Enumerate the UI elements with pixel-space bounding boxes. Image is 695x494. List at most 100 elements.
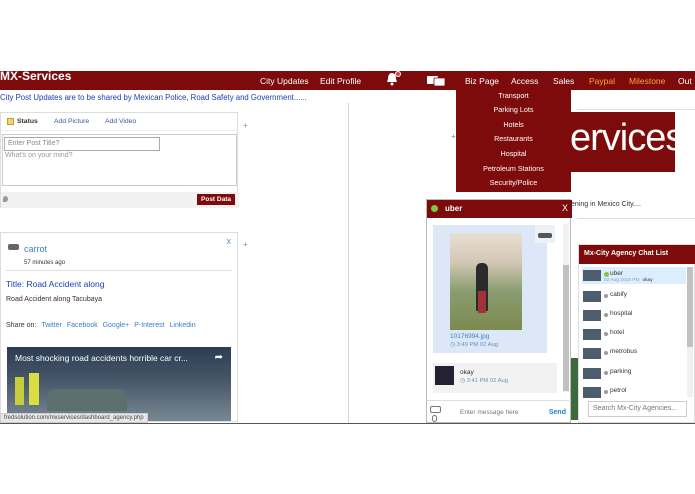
column-divider	[348, 103, 349, 423]
agency-item-uber[interactable]: uber 02 Aug 2016 PM okay	[582, 267, 686, 284]
nav-city-updates[interactable]: City Updates	[260, 76, 309, 86]
agency-item-hotel[interactable]: hotel	[582, 326, 686, 343]
agency-name: hotel	[610, 329, 625, 336]
video-thumbnail-figure	[15, 377, 24, 405]
share-linkedin[interactable]: Linkedin	[170, 322, 196, 329]
close-icon[interactable]: X	[226, 239, 231, 246]
menu-item-transport[interactable]: Transport	[456, 91, 571, 100]
share-twitter[interactable]: Twitter	[41, 322, 62, 329]
agency-last-message: 02 Aug 2016 PM okay	[604, 278, 653, 283]
menu-item-hospital[interactable]: Hospital	[456, 149, 571, 158]
chat-scrollbar-thumb[interactable]	[563, 265, 569, 391]
news-snippet: ening in Mexico City....	[571, 201, 641, 208]
menu-item-hotels[interactable]: Hotels	[456, 120, 571, 129]
text-message: okay ◷ 3:41 PM 02 Aug	[433, 363, 557, 393]
agency-item-parking[interactable]: parking	[582, 365, 686, 382]
agency-avatar	[583, 291, 601, 302]
offline-status-dot	[604, 332, 608, 336]
news-ticker: City Post Updates are to be shared by Me…	[0, 93, 307, 102]
agency-item-hospital[interactable]: hospital	[582, 307, 686, 324]
offline-status-dot	[604, 351, 608, 355]
post-author[interactable]: carrot	[24, 244, 47, 254]
share-arrow-icon[interactable]: ➦	[215, 352, 223, 363]
agency-item-cabify[interactable]: cabify	[582, 288, 686, 305]
divider	[577, 109, 695, 110]
chat-header[interactable]: uber X	[427, 200, 572, 218]
page: MX-Services City Updates Edit Profile Bi…	[0, 0, 695, 494]
offline-status-dot	[604, 371, 608, 375]
agency-name: petrol	[610, 387, 627, 394]
video-thumbnail-car	[47, 389, 127, 411]
shared-photo[interactable]	[450, 233, 522, 330]
post-body: Road Accident along Tacubaya	[6, 296, 102, 303]
message-time-text: 3:49 PM 02 Aug	[456, 342, 498, 348]
send-button[interactable]: Send	[549, 409, 566, 416]
agency-avatar	[583, 270, 601, 281]
agency-name: metrobus	[610, 348, 638, 355]
message-time: ◷ 3:49 PM 02 Aug	[450, 342, 498, 348]
agency-item-metrobus[interactable]: metrobus	[582, 345, 686, 362]
video-title: Most shocking road accidents horrible ca…	[15, 353, 188, 363]
car-icon	[8, 244, 19, 250]
add-icon[interactable]: +	[243, 240, 248, 249]
menu-item-petroleum-stations[interactable]: Petroleum Stations	[456, 164, 571, 173]
message-time-text: 3:41 PM 02 Aug	[466, 378, 508, 384]
tab-status[interactable]: Status	[17, 118, 38, 125]
online-status-dot	[604, 272, 609, 277]
agency-name: parking	[610, 368, 632, 375]
nav-sales[interactable]: Sales	[553, 76, 574, 86]
agency-name: cabify	[610, 291, 627, 298]
feed-post-card: carrot 57 minutes ago X Title: Road Acci…	[0, 232, 238, 422]
agency-avatar	[583, 348, 601, 359]
nav-milestone[interactable]: Milestone	[629, 76, 665, 86]
agency-scrollbar-thumb[interactable]	[687, 267, 693, 347]
message-time: ◷ 3:41 PM 02 Aug	[460, 378, 508, 384]
agency-last-time: 02 Aug 2016 PM	[604, 278, 640, 283]
message-input[interactable]: Enter message here	[460, 409, 519, 416]
agency-chat-list: Mx-City Agency Chat List uber 02 Aug 201…	[578, 244, 695, 423]
paperclip-icon[interactable]	[432, 415, 437, 422]
post-footer: Post Data	[1, 192, 239, 208]
close-icon[interactable]: X	[562, 203, 568, 213]
message-text: okay	[460, 369, 474, 376]
post-title-input[interactable]: Enter Post Title?	[4, 137, 160, 151]
image-message: 10176994.jpg ◷ 3:49 PM 02 Aug	[433, 225, 547, 353]
nav-logout[interactable]: Out	[678, 76, 692, 86]
share-facebook[interactable]: Facebook	[67, 322, 98, 329]
video-thumbnail-figure	[29, 373, 39, 405]
menu-item-security-police[interactable]: Security/Police	[456, 178, 571, 187]
avatar	[435, 366, 454, 385]
post-time: 57 minutes ago	[24, 260, 66, 266]
agency-item-petrol[interactable]: petrol	[582, 384, 686, 401]
notification-badge	[395, 71, 401, 77]
add-icon[interactable]: +	[243, 121, 248, 130]
post-body-placeholder: What's on your mind?	[5, 152, 73, 159]
share-pinterest[interactable]: P-Interest	[134, 322, 164, 329]
menu-item-restaurants[interactable]: Restaurants	[456, 134, 571, 143]
divider	[577, 218, 695, 219]
access-dropdown-menu: Transport Parking Lots Hotels Restaurant…	[456, 89, 571, 192]
location-pin-icon[interactable]	[3, 196, 8, 202]
nav-biz-page[interactable]: Biz Page	[465, 76, 499, 86]
agency-avatar	[583, 368, 601, 379]
chat-icon[interactable]	[427, 75, 445, 87]
tab-add-video[interactable]: Add Video	[105, 118, 136, 125]
agency-list-title: Mx-City Agency Chat List	[584, 250, 669, 257]
post-title: Title: Road Accident along	[6, 279, 105, 289]
photo-figure	[478, 291, 486, 313]
brand-logo[interactable]: MX-Services	[0, 69, 71, 83]
camera-icon[interactable]	[430, 406, 441, 413]
agency-name: uber	[610, 270, 624, 277]
menu-item-parking-lots[interactable]: Parking Lots	[456, 105, 571, 114]
agency-list-header: Mx-City Agency Chat List	[579, 245, 695, 264]
agency-search-input[interactable]: Search Mx-City Agencies...	[588, 401, 687, 417]
add-icon[interactable]: +	[451, 132, 456, 141]
nav-edit-profile[interactable]: Edit Profile	[320, 76, 361, 86]
post-data-button[interactable]: Post Data	[197, 194, 235, 205]
nav-paypal[interactable]: Paypal	[589, 76, 615, 86]
tab-add-picture[interactable]: Add Picture	[54, 118, 89, 125]
nav-access[interactable]: Access	[511, 76, 538, 86]
video-embed[interactable]: Most shocking road accidents horrible ca…	[7, 347, 231, 421]
file-name-link[interactable]: 10176994.jpg	[450, 333, 489, 340]
share-google[interactable]: Google+	[103, 322, 130, 329]
